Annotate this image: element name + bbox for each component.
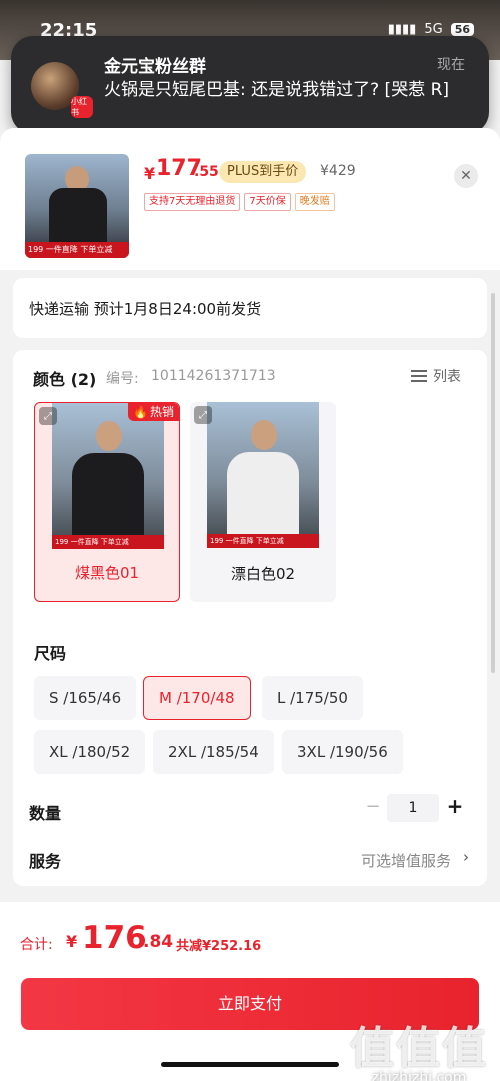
tag-late-compensation: 晚发赔 <box>294 193 335 211</box>
color-name: 漂白色02 <box>230 565 296 583</box>
list-label: 列表 <box>433 369 461 385</box>
notification-title: 金元宝粉丝群 <box>104 57 206 77</box>
service-value[interactable]: 可选增值服务 <box>361 850 451 871</box>
model-shirt <box>49 188 107 248</box>
total-decimal: .84 <box>143 932 174 952</box>
expand-icon[interactable]: ⤢ <box>39 407 57 425</box>
flame-icon: 🔥 <box>133 405 148 419</box>
promo-band: 199 一件直降 下单立减 <box>25 242 129 258</box>
total-integer: 176 <box>82 920 147 956</box>
total-symbol: ¥ <box>66 932 78 951</box>
quantity-plus-button[interactable]: + <box>443 794 467 818</box>
notification-body: 火锅是只短尾巴基: 还是说我错过了? [哭惹 R] <box>104 80 450 100</box>
product-header: 199 一件直降 下单立减 ¥ 177 .55 PLUS到手价 ¥429 ✕ 支… <box>0 128 500 270</box>
savings-label: 共减¥252.16 <box>176 939 262 954</box>
photo-promo-band: 199 一件直降 下单立减 <box>52 535 164 549</box>
size-option-m[interactable]: M /170/48 <box>143 676 251 720</box>
chevron-right-icon[interactable]: › <box>463 848 469 866</box>
list-view-toggle[interactable]: 列表 <box>411 366 461 386</box>
total-label: 合计: <box>20 937 53 953</box>
service-label: 服务 <box>29 852 62 871</box>
model-face <box>251 420 277 450</box>
hot-sale-badge: 🔥 热销 <box>128 403 179 421</box>
product-thumbnail[interactable]: 199 一件直降 下单立减 <box>25 154 129 258</box>
quantity-label: 数量 <box>29 804 62 823</box>
code-value: 10114261371713 <box>151 368 276 384</box>
plus-price-badge: PLUS到手价 <box>219 161 307 183</box>
signal-icon: ▮▮▮▮ <box>387 22 417 37</box>
hot-label: 热销 <box>149 405 174 419</box>
purchase-sheet: 199 一件直降 下单立减 ¥ 177 .55 PLUS到手价 ¥429 ✕ 支… <box>0 128 500 1081</box>
notification-banner[interactable]: 小红书 金元宝粉丝群 现在 火锅是只短尾巴基: 还是说我错过了? [哭惹 R] <box>11 36 489 134</box>
notification-time: 现在 <box>437 57 465 73</box>
status-right: ▮▮▮▮ 5G 56 <box>388 22 474 37</box>
shipping-row: 快递运输 预计1月8日24:00前发货 <box>13 278 487 338</box>
size-option-l[interactable]: L /175/50 <box>262 676 363 720</box>
app-badge-icon: 小红书 <box>71 96 93 118</box>
color-option-white[interactable]: 199 一件直降 下单立减 ⤢ 漂白色02 <box>190 402 336 602</box>
price-symbol: ¥ <box>144 164 156 183</box>
checkout-bar: 合计: ¥ 176 .84 共减¥252.16 立即支付 值值值 zhizhiz… <box>0 902 500 1081</box>
color-photo-white: 199 一件直降 下单立减 <box>207 402 319 548</box>
shirt-black <box>72 453 144 543</box>
code-label: 编号: <box>106 371 139 387</box>
color-heading: 颜色 (2) <box>33 370 97 389</box>
tag-return: 支持7天无理由退货 <box>144 193 241 211</box>
shipping-text: 快递运输 预计1月8日24:00前发货 <box>29 300 262 318</box>
watermark-logo: 值值值 <box>350 1023 488 1074</box>
model-face <box>96 421 122 451</box>
watermark: 值值值 zhizhizhi.com <box>350 1012 488 1081</box>
quantity-minus-button[interactable]: − <box>363 796 383 817</box>
original-price: ¥429 <box>320 163 356 179</box>
network-label: 5G <box>424 22 443 37</box>
options-card: 颜色 (2) 编号: 10114261371713 列表 199 一件直降 下单… <box>13 350 487 886</box>
size-option-xl[interactable]: XL /180/52 <box>34 730 146 774</box>
color-name: 煤黑色01 <box>74 564 140 582</box>
scrollbar[interactable] <box>491 293 495 673</box>
battery-icon: 56 <box>450 23 474 36</box>
expand-icon[interactable]: ⤢ <box>194 406 212 424</box>
home-indicator[interactable] <box>161 1062 339 1067</box>
size-option-2xl[interactable]: 2XL /185/54 <box>153 730 274 774</box>
size-option-3xl[interactable]: 3XL /190/56 <box>282 730 403 774</box>
size-heading: 尺码 <box>34 644 67 663</box>
color-photo-black: 199 一件直降 下单立减 <box>52 403 164 549</box>
tag-price-protect: 7天价保 <box>244 193 291 211</box>
close-icon[interactable]: ✕ <box>454 164 478 188</box>
service-tags: 支持7天无理由退货 7天价保 晚发赔 <box>144 193 335 211</box>
list-icon <box>411 369 427 383</box>
photo-promo-band: 199 一件直降 下单立减 <box>207 534 319 548</box>
quantity-input[interactable]: 1 <box>387 794 439 822</box>
size-option-s[interactable]: S /165/46 <box>34 676 137 720</box>
shirt-white <box>227 452 299 542</box>
color-option-black[interactable]: 199 一件直降 下单立减 ⤢ 🔥 热销 煤黑色01 <box>34 402 180 602</box>
price-decimal: .55 <box>194 164 219 180</box>
